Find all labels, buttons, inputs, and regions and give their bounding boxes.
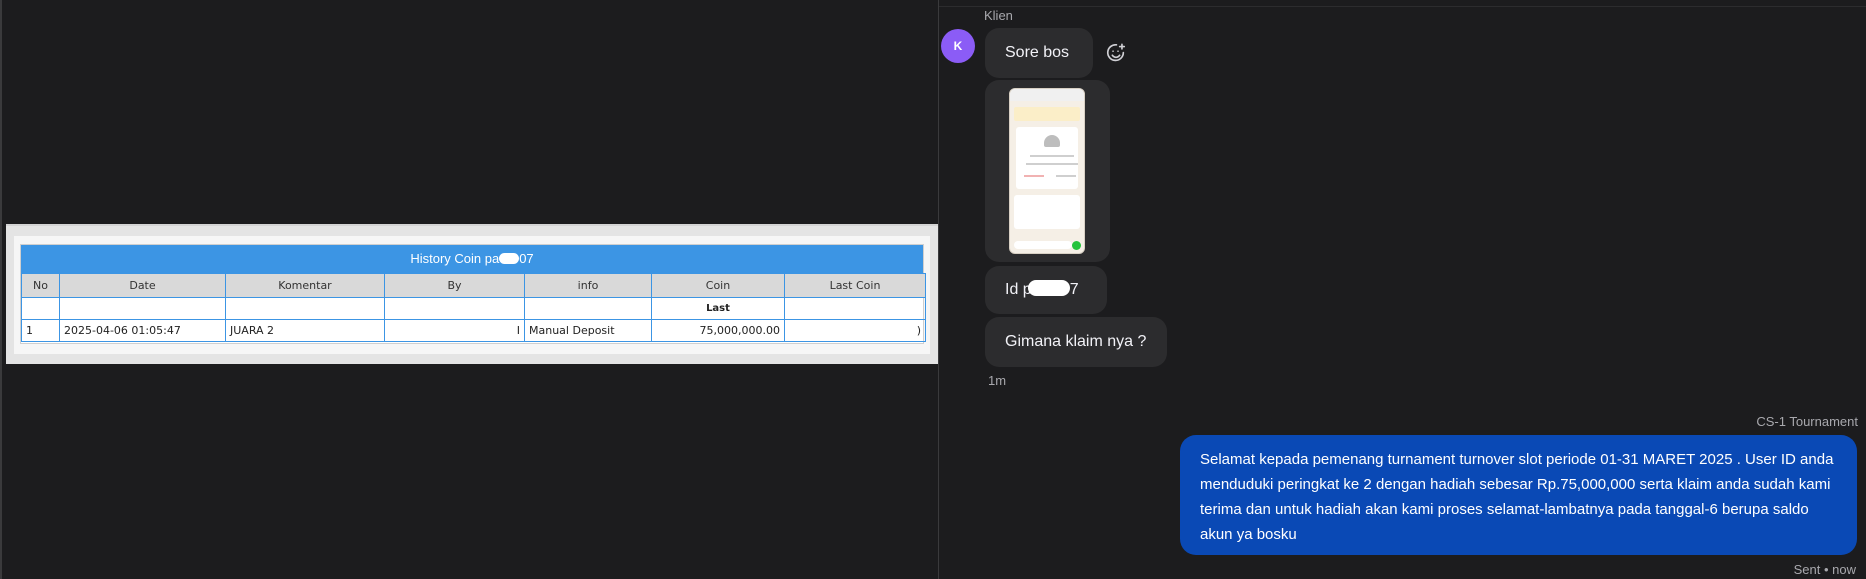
message-bubble[interactable]: Sore bos <box>985 28 1093 78</box>
message-text-suffix: 7 <box>1069 281 1079 298</box>
reply-text: Selamat kepada pemenang turnament turnov… <box>1200 451 1834 543</box>
col-header-no: No <box>21 273 60 298</box>
phone-text-line <box>1056 175 1076 177</box>
phone-screenshot-thumbnail[interactable] <box>1009 88 1085 254</box>
reply-bubble[interactable]: Selamat kepada pemenang turnament turnov… <box>1180 435 1857 555</box>
cell-by: I <box>384 319 525 342</box>
chat-pane: Klien K Sore bos Id p7 Gimana klaim nya … <box>938 0 1866 579</box>
sub-cell <box>524 297 652 320</box>
history-coin-title-suffix: 07 <box>519 251 534 266</box>
sub-cell <box>225 297 385 320</box>
sender-name: Klien <box>984 8 1013 23</box>
sub-cell-coin: Last <box>651 297 785 320</box>
cell-no: 1 <box>21 319 60 342</box>
sub-cell <box>784 297 926 320</box>
sub-cell <box>59 297 226 320</box>
table-subheader-row: Last <box>21 297 926 320</box>
col-header-komentar: Komentar <box>225 273 385 298</box>
agent-name: CS-1 Tournament <box>1756 414 1858 429</box>
table-row: 1 2025-04-06 01:05:47 JUARA 2 I Manual D… <box>21 319 926 342</box>
phone-input <box>1014 241 1072 249</box>
cell-info: Manual Deposit <box>524 319 652 342</box>
phone-notice <box>1014 107 1080 121</box>
phone-text-line <box>1026 163 1078 165</box>
col-header-coin: Coin <box>651 273 785 298</box>
history-coin-title-prefix: History Coin pa <box>410 251 500 266</box>
redaction-mask <box>499 253 520 264</box>
col-header-date: Date <box>59 273 226 298</box>
cell-komentar: JUARA 2 <box>225 319 385 342</box>
message-text: Gimana klaim nya ? <box>1005 333 1147 350</box>
phone-send-icon <box>1072 241 1081 250</box>
sub-cell <box>21 297 60 320</box>
message-time: 1m <box>988 373 1007 388</box>
left-pane: History Coin pa 07 No Date Komentar By in… <box>0 0 938 579</box>
table-header-row: No Date Komentar By info Coin Last Coin <box>21 273 926 298</box>
message-bubble[interactable]: Gimana klaim nya ? <box>985 317 1167 367</box>
col-header-info: info <box>524 273 652 298</box>
add-reaction-icon[interactable] <box>1105 42 1127 64</box>
col-header-by: By <box>384 273 525 298</box>
message-text: Sore bos <box>1005 44 1070 61</box>
sub-cell <box>384 297 525 320</box>
phone-text-line <box>1030 155 1074 157</box>
phone-avatar-shape <box>1044 135 1060 147</box>
sent-status: Sent • now <box>1793 562 1856 577</box>
avatar[interactable]: K <box>941 29 975 63</box>
cell-coin: 75,000,000.00 <box>651 319 785 342</box>
divider <box>939 6 1866 7</box>
col-header-last-coin: Last Coin <box>784 273 926 298</box>
image-attachment[interactable] <box>985 80 1110 262</box>
redaction-mask <box>1027 280 1070 296</box>
history-coin-screenshot: History Coin pa 07 No Date Komentar By in… <box>6 224 938 364</box>
cell-date: 2025-04-06 01:05:47 <box>59 319 226 342</box>
phone-status-bar <box>1010 89 1084 101</box>
phone-card <box>1016 127 1078 189</box>
cell-last-coin: ) <box>784 319 926 342</box>
history-coin-table: No Date Komentar By info Coin Last Coin <box>21 273 926 342</box>
history-coin-card: History Coin pa 07 No Date Komentar By in… <box>20 244 926 344</box>
history-coin-title: History Coin pa 07 <box>21 245 923 273</box>
phone-text-line <box>1024 175 1044 177</box>
phone-message <box>1014 195 1080 229</box>
message-bubble[interactable]: Id p7 <box>985 266 1107 314</box>
